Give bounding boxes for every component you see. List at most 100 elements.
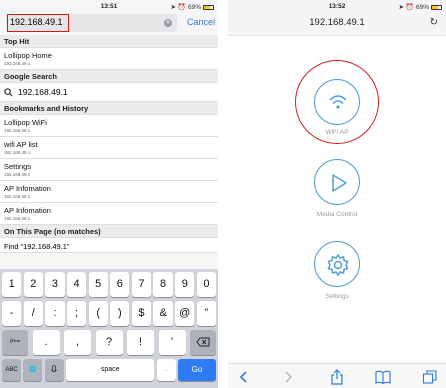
- key[interactable]: 4: [66, 272, 87, 297]
- location-icon: ➤: [398, 4, 404, 11]
- section-header-google-search: Google Search: [0, 70, 218, 83]
- key[interactable]: 6: [110, 272, 130, 297]
- status-icons: ➤ ⏰ 69%: [398, 3, 442, 11]
- list-item-subtitle: 192.168.49.1: [4, 128, 31, 133]
- keyboard-row-punctuation: #+= . , ? ! ’: [2, 330, 216, 355]
- key[interactable]: 0: [196, 272, 217, 297]
- list-item[interactable]: Settings 192.168.49.1: [0, 159, 218, 181]
- key[interactable]: (: [88, 301, 108, 326]
- key[interactable]: -: [2, 301, 22, 326]
- go-key[interactable]: Go: [178, 359, 216, 381]
- key[interactable]: ’: [158, 330, 186, 355]
- battery-percent: 69%: [187, 3, 201, 11]
- key[interactable]: 2: [23, 272, 43, 297]
- key[interactable]: ;: [66, 301, 87, 326]
- shift-symbols-key[interactable]: #+=: [2, 330, 28, 355]
- bottom-toolbar: [228, 363, 446, 388]
- play-icon: [332, 174, 347, 192]
- battery-icon: [203, 4, 214, 10]
- list-item-subtitle: 192.168.49.1: [4, 194, 31, 199]
- key[interactable]: $: [131, 301, 152, 326]
- list-item[interactable]: Lollipop Home 192.168.49.1: [0, 48, 218, 70]
- list-item-subtitle: 192.168.49.1: [4, 172, 31, 177]
- list-item-title: Lollipop Home: [4, 51, 52, 60]
- keyboard-row-bottom: ABC 🌐 space . Go: [2, 359, 216, 381]
- list-item[interactable]: wifi AP list 192.168.49.1: [0, 137, 218, 159]
- settings-label: Settings: [325, 293, 349, 300]
- wifi-icon: [329, 95, 347, 109]
- key[interactable]: ”: [196, 301, 217, 326]
- list-item-title: AP Infomation: [4, 184, 51, 193]
- list-item-subtitle: 192.168.49.1: [4, 150, 31, 155]
- key[interactable]: 9: [175, 272, 195, 297]
- key[interactable]: !: [127, 330, 154, 355]
- section-header-top-hit: Top Hit: [0, 35, 218, 48]
- media-control-button[interactable]: [314, 159, 360, 205]
- backspace-icon: [196, 337, 210, 347]
- key[interactable]: /: [23, 301, 43, 326]
- wifi-ap-button[interactable]: [314, 79, 360, 125]
- list-item-title: wifi AP list: [4, 140, 38, 149]
- globe-icon: 🌐: [29, 367, 37, 373]
- left-screen: 13:51 ➤ ⏰ 69% 192.168.49.1 ✕ Cancel Top …: [0, 0, 218, 388]
- highlight-annotation: [7, 14, 69, 32]
- keyboard-row-symbols: - / : ; ( ) $ & @ ”: [2, 301, 217, 326]
- cancel-button[interactable]: Cancel: [187, 17, 215, 27]
- key[interactable]: 3: [45, 272, 65, 297]
- list-item[interactable]: AP Infomation 192.168.49.1: [0, 203, 218, 225]
- list-item[interactable]: Lollipop WiFi 192.168.49.1: [0, 115, 218, 137]
- find-on-page-item[interactable]: Find “192.168.49.1”: [0, 238, 218, 253]
- list-item[interactable]: AP Infomation 192.168.49.1: [0, 181, 218, 203]
- search-icon: [4, 87, 13, 97]
- delete-key[interactable]: [190, 330, 216, 355]
- keyboard: 1 2 3 4 5 6 7 8 9 0 - / : ; ( ) $ & @ ” …: [0, 269, 218, 388]
- clear-icon[interactable]: ✕: [164, 19, 172, 27]
- status-bar: 13:51 ➤ ⏰ 69%: [0, 0, 218, 13]
- address-text: 192.168.49.1: [309, 17, 365, 28]
- battery-percent: 69%: [415, 3, 429, 11]
- section-header-on-this-page: On This Page (no matches): [0, 225, 218, 238]
- google-search-item[interactable]: 192.168.49.1: [0, 83, 218, 102]
- forward-icon[interactable]: [280, 369, 296, 385]
- list-item-title: AP Infomation: [4, 206, 51, 215]
- keyboard-row-numbers: 1 2 3 4 5 6 7 8 9 0: [2, 272, 217, 297]
- alarm-icon: ⏰: [177, 4, 186, 11]
- bookmarks-icon[interactable]: [375, 369, 391, 385]
- back-icon[interactable]: [236, 369, 252, 385]
- status-bar: 13:52 ➤ ⏰ 69%: [228, 0, 446, 13]
- address-bar[interactable]: 192.168.49.1 ↻: [228, 13, 446, 35]
- key[interactable]: .: [32, 330, 60, 355]
- battery-icon: [431, 4, 442, 10]
- wifi-ap-label: WiFi AP: [325, 129, 349, 136]
- status-icons: ➤ ⏰ 69%: [170, 3, 214, 11]
- media-control-label: Media Control: [316, 211, 358, 218]
- key[interactable]: ?: [95, 330, 123, 355]
- period-key[interactable]: .: [156, 359, 176, 381]
- key[interactable]: 8: [153, 272, 173, 297]
- location-icon: ➤: [170, 4, 176, 11]
- section-header-bookmarks: Bookmarks and History: [0, 102, 218, 115]
- reload-icon[interactable]: ↻: [430, 17, 438, 28]
- key[interactable]: 7: [131, 272, 152, 297]
- gear-icon: [327, 253, 349, 277]
- tabs-icon[interactable]: [422, 369, 438, 385]
- alarm-icon: ⏰: [405, 4, 414, 11]
- space-key[interactable]: space: [66, 359, 155, 381]
- key[interactable]: @: [175, 301, 195, 326]
- settings-button[interactable]: [314, 241, 360, 287]
- web-content: WiFi AP Media Control Settings: [228, 35, 446, 363]
- key[interactable]: 5: [88, 272, 108, 297]
- key[interactable]: ,: [64, 330, 91, 355]
- key[interactable]: 1: [2, 272, 22, 297]
- share-icon[interactable]: [329, 369, 345, 385]
- abc-key[interactable]: ABC: [2, 359, 21, 381]
- key[interactable]: &: [153, 301, 173, 326]
- right-screen: 13:52 ➤ ⏰ 69% 192.168.49.1 ↻ WiFi AP Med…: [228, 0, 446, 388]
- suggestion-list: Top Hit Lollipop Home 192.168.49.1 Googl…: [0, 35, 218, 253]
- globe-key[interactable]: 🌐: [23, 359, 43, 381]
- dictation-key[interactable]: [44, 359, 64, 381]
- list-item-subtitle: 192.168.49.1: [4, 216, 31, 221]
- key[interactable]: :: [45, 301, 65, 326]
- key[interactable]: ): [110, 301, 130, 326]
- list-item-title: Lollipop WiFi: [4, 118, 47, 127]
